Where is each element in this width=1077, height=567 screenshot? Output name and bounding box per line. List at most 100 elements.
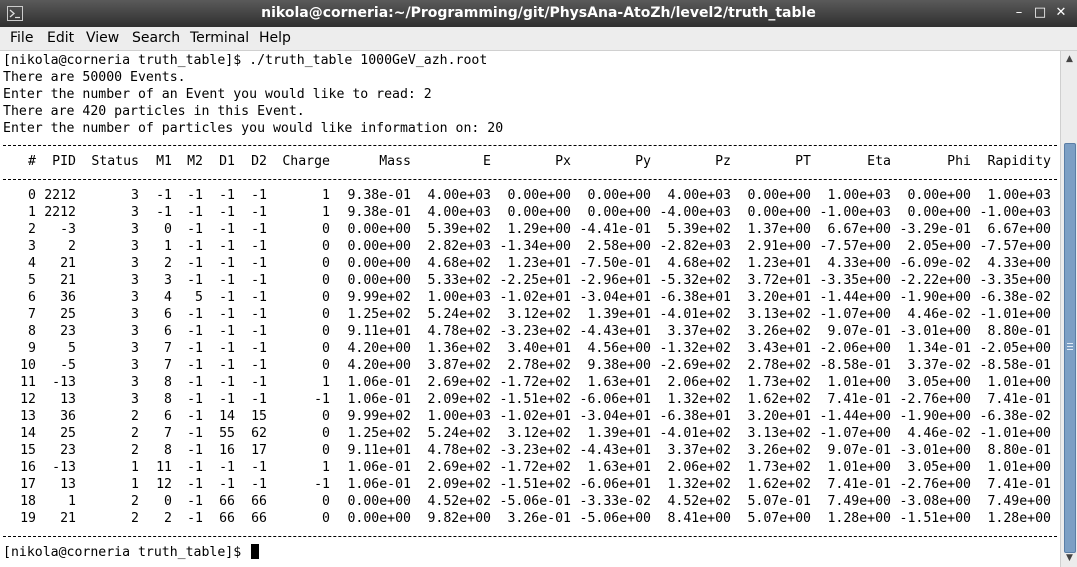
cell-eta: -1.07e+00 (819, 426, 891, 441)
cell-phi: -6.09e-02 (899, 256, 971, 271)
cell-e: 2.69e+02 (427, 375, 491, 390)
cell-charge: 0 (322, 290, 330, 305)
cell-charge: 0 (322, 494, 330, 509)
cell-m2: -1 (187, 188, 203, 203)
cell-status: 2 (131, 409, 139, 424)
cell-m2: -1 (187, 324, 203, 339)
cell-rapidity: 1.00e+03 (987, 188, 1051, 203)
cell-mass: 1.06e-01 (347, 477, 411, 492)
menu-help[interactable]: Help (259, 27, 291, 50)
cell-charge: -1 (314, 392, 330, 407)
cell-d2: -1 (251, 222, 267, 237)
cell-pt: 1.23e+01 (747, 256, 811, 271)
cell-d1: -1 (219, 256, 235, 271)
cell-pz: 4.52e+02 (667, 494, 731, 509)
cell-m1: 7 (164, 358, 172, 373)
cell-pid: 25 (60, 426, 76, 441)
cell-phi: 4.46e-02 (907, 307, 971, 322)
vertical-scrollbar[interactable]: ▲ ▼ (1060, 51, 1077, 567)
cell-m2: -1 (187, 460, 203, 475)
cell-pt: 0.00e+00 (747, 188, 811, 203)
cell-py: -5.06e+00 (579, 511, 651, 526)
cell-d2: -1 (251, 205, 267, 220)
terminal-output[interactable]: [nikola@corneria truth_table]$ ./truth_t… (0, 51, 1060, 567)
cell-eta: -3.35e+00 (819, 273, 891, 288)
cell-mass: 4.20e+00 (347, 358, 411, 373)
cell-py: 4.56e+00 (587, 341, 651, 356)
prompt-text: [nikola@corneria truth_table]$ (3, 545, 242, 560)
table-row: 11 -13 3 8 -1 -1 -1 1 1.06e-01 2.69e+02 -1.72e+02 1… (0, 374, 1060, 391)
cell-d2: -1 (251, 273, 267, 288)
cell-index: 18 (20, 494, 36, 509)
cell-m2: -1 (187, 511, 203, 526)
menu-view[interactable]: View (86, 27, 119, 50)
cell-eta: 9.07e-01 (827, 324, 891, 339)
cell-charge: 0 (322, 222, 330, 237)
cell-m1: -1 (156, 188, 172, 203)
cell-m1: 12 (156, 477, 172, 492)
arrow-up-icon[interactable]: ▲ (1062, 52, 1077, 67)
cell-index: 10 (20, 358, 36, 373)
close-button[interactable]: ✕ (1053, 5, 1069, 21)
scrollbar-thumb[interactable] (1064, 143, 1076, 553)
menu-search[interactable]: Search (132, 27, 180, 50)
cell-pid: 13 (60, 392, 76, 407)
cell-status: 3 (131, 256, 139, 271)
cell-px: -1.51e+02 (499, 392, 571, 407)
cell-rapidity: 1.01e+00 (987, 375, 1051, 390)
cell-pt: 2.91e+00 (747, 239, 811, 254)
cell-pt: 1.73e+02 (747, 460, 811, 475)
cell-m2: -1 (187, 494, 203, 509)
cell-pid: -5 (60, 358, 76, 373)
header-col-e: E (483, 154, 491, 169)
cell-rapidity: 1.28e+00 (987, 511, 1051, 526)
cell-py: -4.43e+01 (579, 443, 651, 458)
cell-e: 4.78e+02 (427, 324, 491, 339)
cell-py: -3.04e+01 (579, 409, 651, 424)
cell-index: 19 (20, 511, 36, 526)
cell-e: 5.39e+02 (427, 222, 491, 237)
cell-d2: 62 (251, 426, 267, 441)
cell-pid: 21 (60, 511, 76, 526)
cell-phi: -3.08e+00 (899, 494, 971, 509)
cell-eta: 1.28e+00 (827, 511, 891, 526)
cell-m1: -1 (156, 205, 172, 220)
menu-terminal[interactable]: Terminal (190, 27, 249, 50)
cell-m1: 6 (164, 307, 172, 322)
menu-file[interactable]: File (10, 27, 33, 50)
cell-rapidity: -1.01e+00 (979, 426, 1051, 441)
cell-d2: -1 (251, 375, 267, 390)
table-row: 6 36 3 4 5 -1 -1 0 9.99e+02 1.00e+03 -1.02e+01 -3.0… (0, 289, 1060, 306)
window-titlebar[interactable]: nikola@corneria:~/Programming/git/PhysAn… (0, 0, 1077, 27)
cell-m1: 3 (164, 273, 172, 288)
arrow-down-icon[interactable]: ▼ (1062, 551, 1077, 566)
cell-d2: 66 (251, 494, 267, 509)
cell-index: 14 (20, 426, 36, 441)
cell-d1: -1 (219, 392, 235, 407)
cell-phi: -2.76e+00 (899, 477, 971, 492)
shell-prompt[interactable]: [nikola@corneria truth_table]$ (3, 544, 260, 561)
menu-edit[interactable]: Edit (47, 27, 74, 50)
cell-mass: 0.00e+00 (347, 494, 411, 509)
maximize-button[interactable]: □ (1032, 5, 1048, 21)
cell-d2: 17 (251, 443, 267, 458)
header-col-m1: M1 (156, 154, 172, 169)
cell-d1: -1 (219, 290, 235, 305)
cell-pt: 5.07e+00 (747, 511, 811, 526)
cell-charge: 1 (322, 188, 330, 203)
table-row: 19 21 2 2 -1 66 66 0 0.00e+00 9.82e+00 3.26e-01 -5.… (0, 510, 1060, 527)
cell-eta: -1.00e+03 (819, 205, 891, 220)
cell-e: 9.82e+00 (427, 511, 491, 526)
cell-py: -6.06e+01 (579, 477, 651, 492)
cell-index: 12 (20, 392, 36, 407)
cell-d1: 14 (219, 409, 235, 424)
cell-pid: 21 (60, 273, 76, 288)
cell-d1: -1 (219, 222, 235, 237)
cell-pid: 1 (68, 494, 76, 509)
cell-d2: -1 (251, 460, 267, 475)
minimize-button[interactable]: – (1011, 5, 1027, 21)
cell-eta: -2.06e+00 (819, 341, 891, 356)
cell-mass: 1.06e-01 (347, 375, 411, 390)
cell-d2: -1 (251, 392, 267, 407)
cell-pt: 1.73e+02 (747, 375, 811, 390)
